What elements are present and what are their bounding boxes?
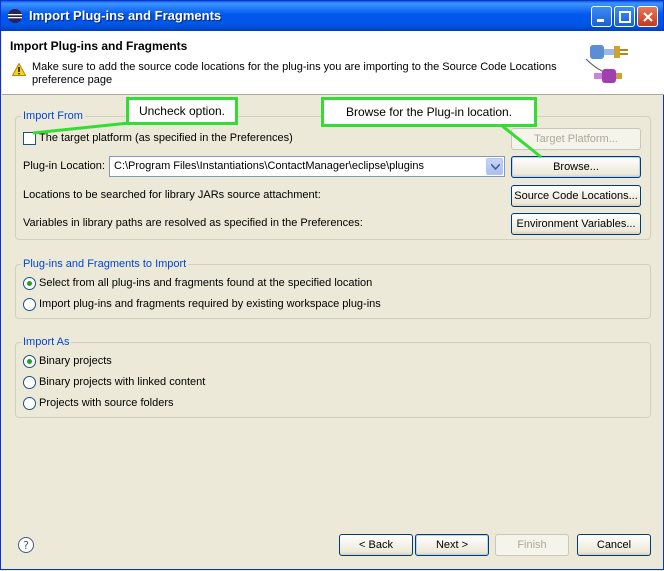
browse-callout-text: Browse for the Plug-in location.	[345, 105, 513, 119]
uncheck-callout: Uncheck option.	[126, 97, 238, 125]
browse-callout: Browse for the Plug-in location.	[321, 97, 537, 127]
callout-connectors	[32, 121, 542, 159]
import-dialog-window: Import Plug-ins and Fragments Import Plu…	[0, 0, 664, 570]
uncheck-callout-text: Uncheck option.	[138, 104, 226, 118]
